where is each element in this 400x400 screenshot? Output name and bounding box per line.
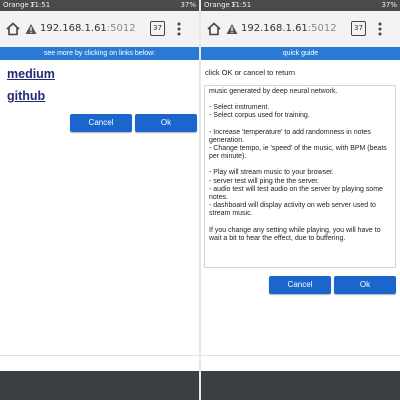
github-link[interactable]: github [7,89,45,103]
guide-line: - Play will stream music to your browser… [209,169,334,177]
page-bottom-divider [201,355,400,356]
page-bottom-divider [0,355,199,356]
clock: 11:51 [30,1,51,9]
system-nav-bar [0,371,199,400]
home-icon[interactable] [207,22,221,36]
return-instruction: click OK or cancel to return [205,68,296,77]
url-host: 192.168.1.61 [40,23,107,34]
battery-level: 37% [381,1,397,9]
right-screen: Orange F 11:51 37% 192.168.1.61:5012 37 … [201,0,400,400]
guide-line: - dashboard will display activity on web… [209,202,376,218]
url-field[interactable]: 192.168.1.61:5012 [40,22,136,36]
guide-banner: quick guide [201,47,400,60]
system-nav-bar [201,371,400,400]
ok-button[interactable]: Ok [334,276,396,294]
guide-line: music generated by deep neural network. [209,88,338,95]
guide-line: - Change tempo, ie 'speed' of the music,… [209,145,387,161]
status-bar: Orange F 11:51 37% [0,0,199,11]
url-port: :5012 [106,23,136,34]
guide-line: - Select corpus used for training. [209,112,310,120]
guide-line: If you change any setting while playing,… [209,226,381,242]
home-icon[interactable] [6,22,20,36]
quick-guide-text: music generated by deep neural network. … [204,85,396,268]
cancel-button[interactable]: Cancel [269,276,331,294]
links-banner: see more by clicking on links below: [0,47,199,60]
more-menu-icon[interactable] [378,21,382,37]
medium-link[interactable]: medium [7,67,55,81]
guide-line: - Increase 'temperature' to add randomne… [209,128,371,144]
browser-toolbar: 192.168.1.61:5012 37 [0,11,199,48]
warning-icon[interactable] [226,23,238,35]
ok-button[interactable]: Ok [135,114,197,132]
url-port: :5012 [307,23,337,34]
url-field[interactable]: 192.168.1.61:5012 [241,22,337,36]
battery-level: 37% [180,1,196,9]
guide-line: - Select instrument. [209,104,270,112]
url-host: 192.168.1.61 [241,23,308,34]
status-bar: Orange F 11:51 37% [201,0,400,11]
cancel-button[interactable]: Cancel [70,114,132,132]
tab-switcher-button[interactable]: 37 [150,21,165,36]
browser-toolbar: 192.168.1.61:5012 37 [201,11,400,48]
tab-switcher-button[interactable]: 37 [351,21,366,36]
guide-line: - audio test will test audio on the serv… [209,185,383,202]
left-screen: Orange F 11:51 37% 192.168.1.61:5012 37 … [0,0,199,400]
guide-line: - server test will ping the the server. [209,177,320,185]
more-menu-icon[interactable] [177,21,181,37]
warning-icon[interactable] [25,23,37,35]
clock: 11:51 [231,1,252,9]
